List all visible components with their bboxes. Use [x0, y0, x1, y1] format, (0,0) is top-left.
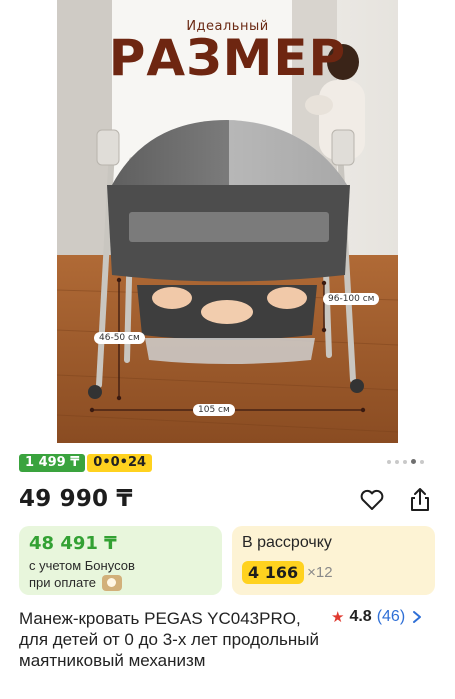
bonus-price: 48 491 ₸ [29, 533, 117, 554]
star-icon: ★ [331, 609, 345, 626]
carousel-dot[interactable] [420, 459, 424, 464]
product-image[interactable]: Идеальный РАЗМЕР 96-100 см 46-50 см 105 … [57, 0, 398, 443]
dimension-depth-label: 46-50 см [94, 332, 145, 344]
carousel-dot[interactable] [403, 459, 407, 464]
installment-multiplier: ×12 [307, 564, 333, 581]
installment-monthly: 4 166 [242, 561, 305, 584]
bonus-card[interactable]: 48 491 ₸ с учетом Бонусов при оплате [19, 526, 222, 595]
heart-icon [360, 489, 384, 510]
product-price: 49 990 ₸ [19, 486, 133, 512]
dimension-length-label: 105 см [193, 404, 235, 416]
rating-value: 4.8 [349, 608, 372, 625]
chevron-right-icon[interactable] [410, 609, 424, 625]
product-title: Манеж-кровать PEGAS YC043PRO, для детей … [19, 609, 319, 670]
rating-link[interactable]: ★ 4.8 (46) [331, 608, 424, 626]
share-icon [411, 488, 429, 511]
share-button[interactable] [405, 485, 435, 515]
installment-card[interactable]: В рассрочку 4 166 ×12 [232, 526, 435, 595]
reviews-count[interactable]: (46) [377, 608, 405, 626]
promo-badges: 1 499 ₸ 0•0•24 [19, 454, 153, 472]
carousel-indicator[interactable] [387, 459, 424, 464]
carousel-dot[interactable] [387, 459, 391, 464]
carousel-dot[interactable] [395, 459, 399, 464]
price-badge: 1 499 ₸ [19, 454, 86, 472]
bonus-caption-1: с учетом Бонусов [29, 558, 135, 573]
carousel-dot-active[interactable] [411, 459, 416, 464]
hero-title: РАЗМЕР [108, 29, 347, 87]
installment-title: В рассрочку [242, 534, 332, 551]
favorite-button[interactable] [357, 485, 387, 515]
bonus-caption-2: при оплате [29, 575, 96, 590]
installment-badge: 0•0•24 [87, 454, 153, 472]
bonus-coin-icon [101, 574, 122, 591]
dimension-height-label: 96-100 см [323, 293, 380, 305]
